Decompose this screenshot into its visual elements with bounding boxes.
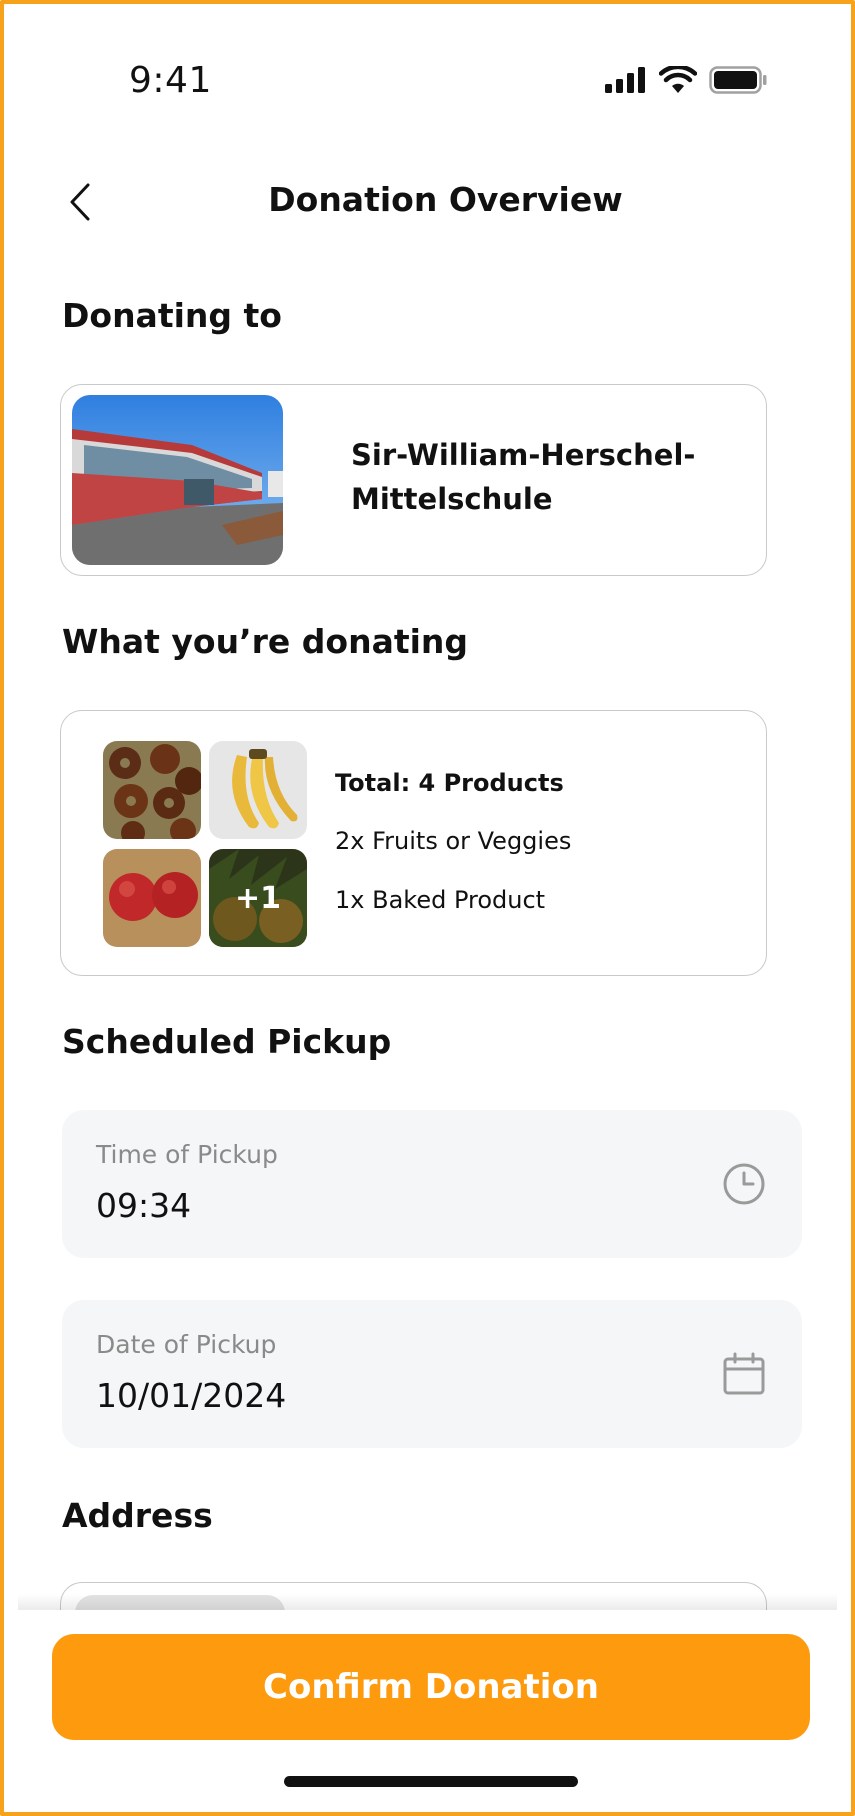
calendar-icon[interactable] <box>722 1352 766 1396</box>
school-photo <box>72 395 283 565</box>
clock-icon[interactable] <box>722 1162 766 1206</box>
more-products-badge: +1 <box>209 849 307 947</box>
signal-icon <box>605 67 645 93</box>
pickup-heading: Scheduled Pickup <box>62 1022 392 1061</box>
banana-thumbnail <box>209 741 307 839</box>
donation-summary-card[interactable]: +1 Total: 4 Products 2x Fruits or Veggie… <box>60 710 767 976</box>
pickup-date-value: 10/01/2024 <box>96 1376 287 1415</box>
recipient-name: Sir-William-Herschel-Mittelschule <box>351 438 696 516</box>
home-indicator <box>284 1776 578 1787</box>
donation-total: Total: 4 Products <box>335 769 564 797</box>
status-icons <box>605 66 767 94</box>
pickup-date-label: Date of Pickup <box>96 1330 277 1359</box>
recipient-heading: Donating to <box>62 296 282 335</box>
pretzel-thumbnail <box>103 741 201 839</box>
pickup-time-value: 09:34 <box>96 1186 192 1225</box>
recipient-card[interactable]: Sir-William-Herschel-Mittelschule <box>60 384 767 576</box>
pickup-time-field[interactable]: Time of Pickup 09:34 <box>62 1110 802 1258</box>
battery-icon <box>709 66 767 94</box>
address-heading: Address <box>62 1496 213 1535</box>
apple-thumbnail <box>103 849 201 947</box>
app-screen: 9:41 Donation Overview Donating to Sir-W… <box>0 0 855 1816</box>
pickup-time-label: Time of Pickup <box>96 1140 278 1169</box>
donation-line-item: 2x Fruits or Veggies <box>335 827 572 855</box>
status-time: 9:41 <box>129 60 212 101</box>
donation-heading: What you’re donating <box>62 622 469 661</box>
confirm-donation-button[interactable]: Confirm Donation <box>52 1634 810 1740</box>
wifi-icon <box>659 66 697 93</box>
pineapple-thumbnail[interactable]: +1 <box>209 849 307 947</box>
page-title: Donation Overview <box>268 180 623 219</box>
donation-line-item: 1x Baked Product <box>335 886 546 914</box>
pickup-date-field[interactable]: Date of Pickup 10/01/2024 <box>62 1300 802 1448</box>
